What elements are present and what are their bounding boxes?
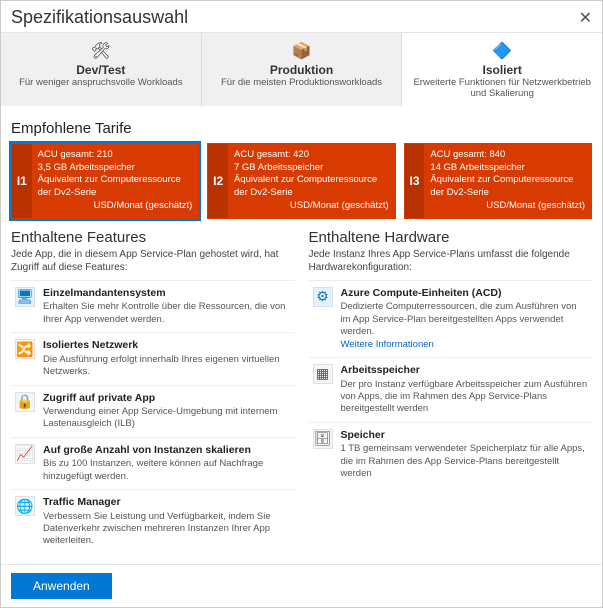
feature-title: Einzelmandantensystem [43,287,291,301]
tier-code: I2 [208,144,228,218]
feature-private-app: 🔒 Zugriff auf private App Verwendung ein… [11,385,295,437]
hardware-sub: Jede Instanz Ihres App Service-Plans umf… [309,248,593,274]
tier-price: USD/Monat (geschätzt) [234,200,389,213]
tier-info: ACU gesamt: 210 3,5 GB Arbeitsspeicher Ä… [32,144,199,218]
storage-icon: 🗄 [313,429,333,449]
feature-single-tenant: 🖥 Einzelmandantensystem Erhalten Sie meh… [11,280,295,332]
feature-isolated-network: 🔀 Isoliertes Netzwerk Die Ausführung erf… [11,332,295,384]
panel-footer: Anwenden [1,564,602,607]
tier-category-tabs: 🛠 Dev/Test Für weniger anspruchsvolle Wo… [1,33,602,106]
feature-desc: Die Ausführung erfolgt innerhalb Ihres e… [43,354,280,377]
tab-title: Produktion [208,63,396,77]
features-column: Enthaltene Features Jede App, die in die… [11,229,295,554]
feature-title: Zugriff auf private App [43,392,291,406]
tab-sub: Erweiterte Funktionen für Netzwerkbetrie… [408,77,596,100]
apply-button[interactable]: Anwenden [11,573,112,599]
hw-title: Speicher [341,429,589,443]
hw-desc: 1 TB gemeinsam verwendeter Speicherplatz… [341,443,585,479]
feature-traffic-manager: 🌐 Traffic Manager Verbessern Sie Leistun… [11,489,295,554]
feature-title: Isoliertes Netzwerk [43,339,291,353]
hw-title: Arbeitsspeicher [341,364,589,378]
cpu-icon: ⚙ [313,287,333,307]
scale-icon: 📈 [15,444,35,464]
feature-desc: Erhalten Sie mehr Kontrolle über die Res… [43,301,285,324]
tier-i1[interactable]: I1 ACU gesamt: 210 3,5 GB Arbeitsspeiche… [11,143,199,219]
monitor-icon: 🖥 [15,287,35,307]
tier-i2[interactable]: I2 ACU gesamt: 420 7 GB Arbeitsspeicher … [207,143,395,219]
tab-production[interactable]: 📦 Produktion Für die meisten Produktions… [202,33,403,106]
recommended-heading: Empfohlene Tarife [11,120,592,137]
hw-title: Azure Compute-Einheiten (ACD) [341,287,589,301]
network-icon: 🔀 [15,339,35,359]
tier-memory: 7 GB Arbeitsspeicher [234,162,389,175]
tier-price: USD/Monat (geschätzt) [38,200,193,213]
tier-equiv: Äquivalent zur Computeressource der Dv2-… [38,174,193,200]
hw-desc: Dedizierte Computerressourcen, die zum A… [341,301,577,337]
tier-i3[interactable]: I3 ACU gesamt: 840 14 GB Arbeitsspeicher… [404,143,592,219]
memory-icon: ▦ [313,364,333,384]
details-columns: Enthaltene Features Jede App, die in die… [11,229,592,554]
feature-title: Auf große Anzahl von Instanzen skalieren [43,444,291,458]
more-info-link[interactable]: Weitere Informationen [341,339,434,350]
tier-equiv: Äquivalent zur Computeressource der Dv2-… [234,174,389,200]
tier-code: I1 [12,144,32,218]
tab-sub: Für die meisten Produktionsworkloads [208,77,396,88]
tier-acu: ACU gesamt: 420 [234,149,389,162]
features-sub: Jede App, die in diesem App Service-Plan… [11,248,295,274]
tab-title: Isoliert [408,63,596,77]
panel-title: Spezifikationsauswahl [11,7,579,28]
hw-memory: ▦ Arbeitsspeicher Der pro Instanz verfüg… [309,357,593,422]
features-heading: Enthaltene Features [11,229,295,246]
tier-acu: ACU gesamt: 210 [38,149,193,162]
panel-body: Empfohlene Tarife I1 ACU gesamt: 210 3,5… [1,106,602,564]
tier-info: ACU gesamt: 420 7 GB Arbeitsspeicher Äqu… [228,144,395,218]
diamond-icon: 🔷 [408,41,596,61]
hw-acu: ⚙ Azure Compute-Einheiten (ACD) Dedizier… [309,280,593,357]
hardware-column: Enthaltene Hardware Jede Instanz Ihres A… [309,229,593,554]
close-icon[interactable]: ✕ [579,8,592,28]
tab-isolated[interactable]: 🔷 Isoliert Erweiterte Funktionen für Net… [402,33,602,106]
tier-info: ACU gesamt: 840 14 GB Arbeitsspeicher Äq… [424,144,591,218]
globe-icon: 🌐 [15,496,35,516]
tier-price: USD/Monat (geschätzt) [430,200,585,213]
tools-icon: 🛠 [7,41,195,61]
tier-code: I3 [405,144,425,218]
box-icon: 📦 [208,41,396,61]
feature-desc: Verwendung einer App Service-Umgebung mi… [43,406,277,429]
tier-equiv: Äquivalent zur Computeressource der Dv2-… [430,174,585,200]
pricing-tiers: I1 ACU gesamt: 210 3,5 GB Arbeitsspeiche… [11,143,592,219]
tab-title: Dev/Test [7,63,195,77]
spec-picker-panel: Spezifikationsauswahl ✕ 🛠 Dev/Test Für w… [0,0,603,608]
tab-sub: Für weniger anspruchsvolle Workloads [7,77,195,88]
panel-header: Spezifikationsauswahl ✕ [1,1,602,33]
hardware-heading: Enthaltene Hardware [309,229,593,246]
tier-memory: 3,5 GB Arbeitsspeicher [38,162,193,175]
feature-desc: Verbessern Sie Leistung und Verfügbarkei… [43,511,271,547]
tier-acu: ACU gesamt: 840 [430,149,585,162]
tier-memory: 14 GB Arbeitsspeicher [430,162,585,175]
hw-storage: 🗄 Speicher 1 TB gemeinsam verwendeter Sp… [309,422,593,487]
tab-dev-test[interactable]: 🛠 Dev/Test Für weniger anspruchsvolle Wo… [1,33,202,106]
hw-desc: Der pro Instanz verfügbare Arbeitsspeich… [341,379,588,415]
feature-title: Traffic Manager [43,496,291,510]
feature-scale-out: 📈 Auf große Anzahl von Instanzen skalier… [11,437,295,489]
feature-desc: Bis zu 100 Instanzen, weitere können auf… [43,458,263,481]
lock-icon: 🔒 [15,392,35,412]
